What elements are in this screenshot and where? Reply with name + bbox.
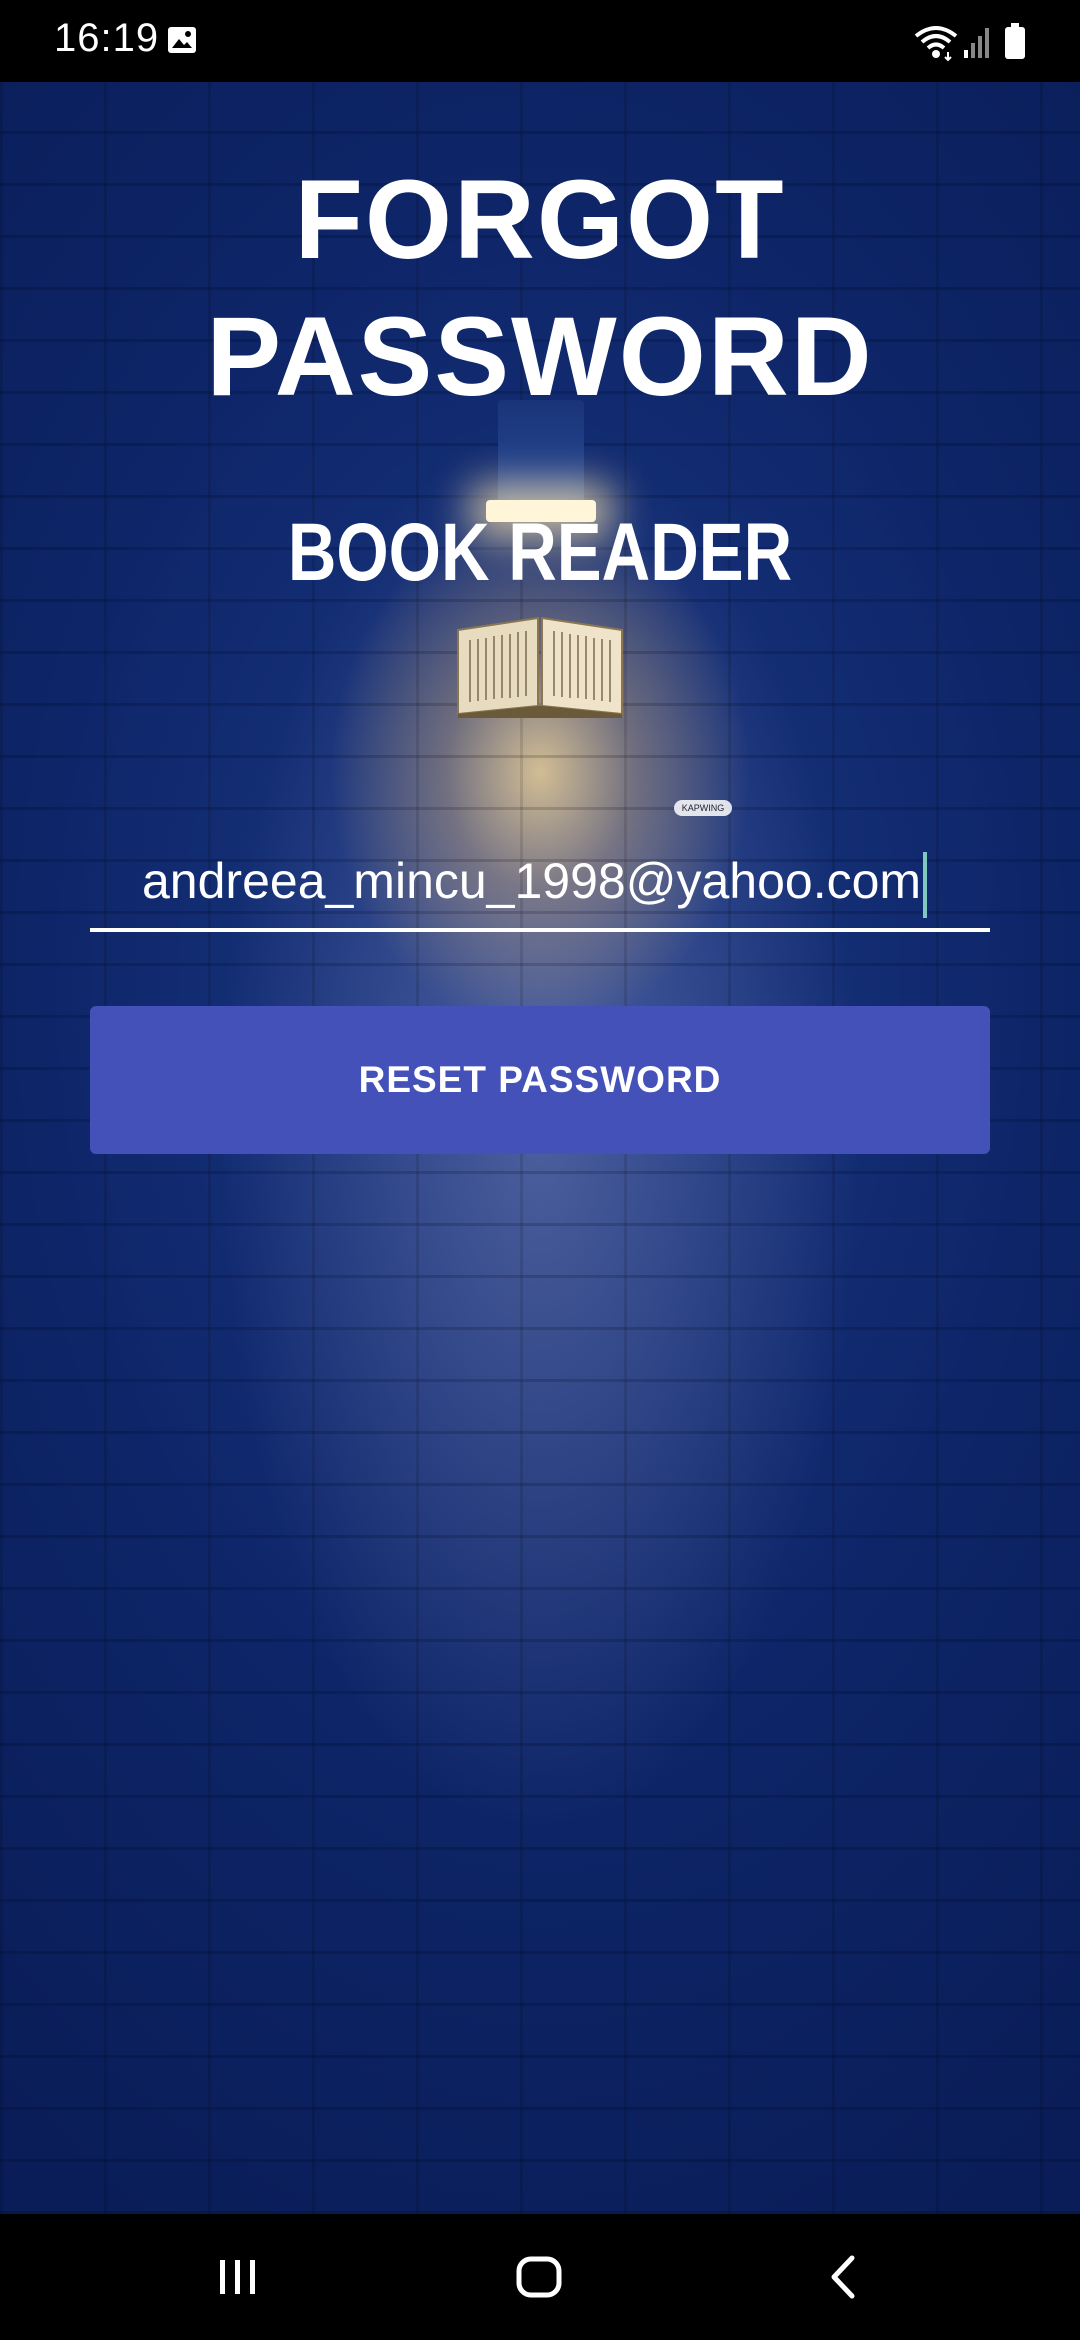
wifi-icon: [914, 26, 958, 62]
open-book-icon: [457, 616, 623, 718]
battery-icon: [1005, 23, 1025, 59]
back-icon[interactable]: [824, 2252, 864, 2302]
gallery-icon: [168, 27, 196, 53]
email-input-value: andreea_mincu_1998@yahoo.com: [142, 852, 928, 918]
recents-icon[interactable]: [214, 2254, 262, 2300]
text-cursor: [923, 852, 928, 918]
page-title-line-2: PASSWORD: [206, 294, 874, 419]
screen: 16:19 FORGOT PASSWORD BOOK READER KAPWIN…: [0, 0, 1080, 2340]
status-bar: 16:19: [0, 0, 1080, 82]
signal-icon: [964, 28, 989, 58]
email-text: andreea_mincu_1998@yahoo.com: [142, 853, 922, 910]
status-time: 16:19: [54, 16, 160, 60]
app-name: BOOK READER: [287, 507, 793, 598]
home-icon[interactable]: [514, 2254, 564, 2300]
reset-password-button[interactable]: RESET PASSWORD: [90, 1006, 990, 1154]
watermark-badge: KAPWING: [674, 800, 732, 816]
navigation-bar: [0, 2214, 1080, 2340]
reset-password-label: RESET PASSWORD: [358, 1059, 722, 1100]
email-field[interactable]: andreea_mincu_1998@yahoo.com: [90, 842, 990, 932]
page-title-line-1: FORGOT: [294, 157, 786, 282]
